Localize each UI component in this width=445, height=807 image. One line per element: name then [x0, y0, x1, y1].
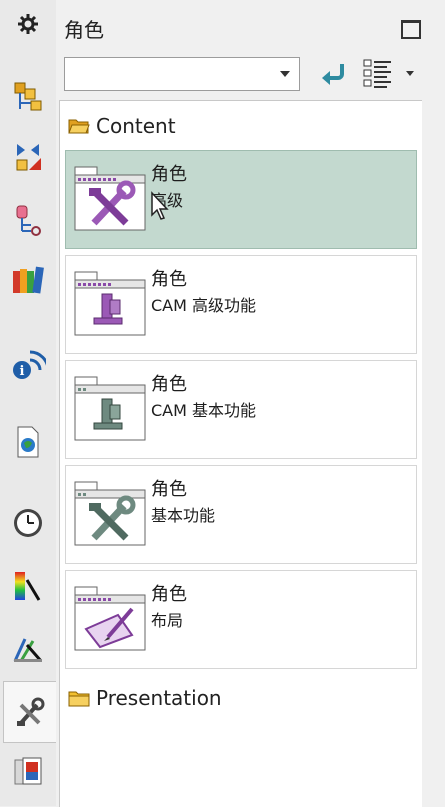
role-subtitle: 基本功能 — [151, 506, 216, 525]
role-subtitle: 布局 — [151, 611, 184, 630]
assembly-navigator-icon[interactable] — [4, 72, 52, 120]
content-folder-label: Content — [96, 114, 176, 138]
gear-icon[interactable] — [4, 0, 52, 48]
role-subtitle: CAM 高级功能 — [151, 296, 257, 315]
list-view-icon[interactable] — [363, 58, 393, 90]
role-title: 角色 — [151, 374, 187, 395]
role-subtitle: CAM 基本功能 — [151, 401, 257, 420]
role-card-essentials[interactable]: 角色 基本功能 — [65, 465, 417, 564]
role-card-layout[interactable]: 角色 布局 — [65, 570, 417, 669]
web-browser-icon[interactable] — [4, 418, 52, 466]
roles-tree: Content 角色 高级 角色 CAM 高级功能 角色 CAM 基本功能 角色… — [59, 100, 422, 807]
role-title: 角色 — [151, 584, 187, 605]
roles-panel: 角色 Content 角色 高级 角色 CAM 高级功能 角色 CAM 基本功能… — [56, 0, 445, 807]
presentation-folder-label: Presentation — [96, 686, 222, 710]
visualization-icon[interactable] — [4, 562, 52, 610]
content-folder[interactable]: Content — [68, 113, 176, 139]
chevron-down-icon[interactable] — [280, 71, 290, 77]
role-title: 角色 — [151, 479, 187, 500]
cam-advanced-mill-icon — [74, 270, 146, 336]
back-arrow-icon[interactable] — [318, 62, 346, 86]
roles-icon[interactable] — [3, 681, 56, 743]
role-filter-dropdown[interactable] — [64, 57, 300, 91]
reuse-library-icon[interactable] — [4, 256, 52, 304]
cam-essentials-mill-icon — [74, 375, 146, 441]
resource-bar: i — [0, 0, 57, 806]
role-title: 角色 — [151, 269, 187, 290]
role-card-advanced[interactable]: 角色 高级 — [65, 150, 417, 249]
role-title: 角色 — [151, 164, 187, 185]
view-options-chevron-icon[interactable] — [406, 71, 414, 76]
history-icon[interactable] — [4, 499, 52, 547]
maximize-icon[interactable] — [401, 20, 421, 39]
essentials-tools-icon — [74, 480, 146, 546]
system-scenes-icon[interactable] — [4, 747, 52, 795]
open-folder-icon — [68, 119, 90, 134]
advanced-tools-icon — [74, 165, 146, 231]
constraint-navigator-icon[interactable] — [4, 133, 52, 181]
svg-text:i: i — [20, 364, 25, 379]
hd3d-tools-icon[interactable]: i — [4, 340, 52, 388]
panel-title: 角色 — [64, 18, 104, 42]
presentation-folder[interactable]: Presentation — [68, 685, 222, 711]
part-navigator-icon[interactable] — [4, 196, 52, 244]
mouse-cursor-icon — [151, 191, 169, 220]
role-card-cam-advanced[interactable]: 角色 CAM 高级功能 — [65, 255, 417, 354]
layout-pencil-icon — [74, 585, 146, 651]
role-card-cam-essentials[interactable]: 角色 CAM 基本功能 — [65, 360, 417, 459]
process-studio-icon[interactable] — [4, 624, 52, 672]
closed-folder-icon — [68, 691, 90, 707]
